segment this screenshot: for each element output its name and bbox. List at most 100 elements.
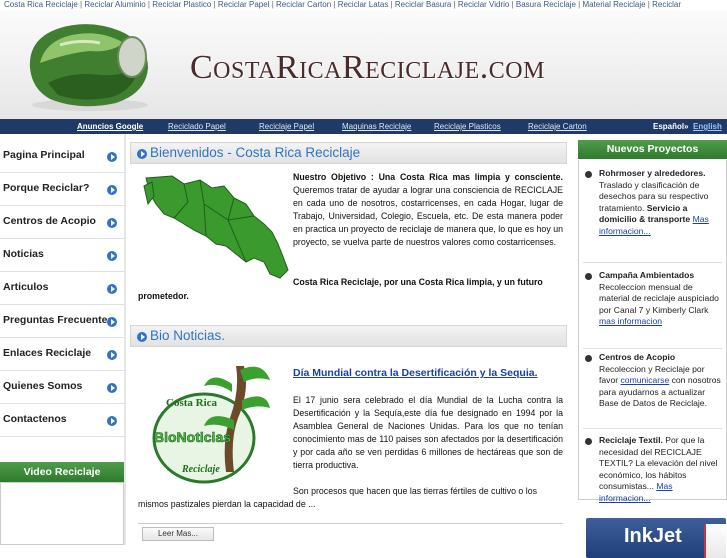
sidebar-item-preguntas-frecuentes[interactable]: Preguntas Frecuentes	[0, 305, 124, 338]
divider	[583, 348, 722, 349]
nav-link-reciclaje-plasticos[interactable]: Reciclaje Plasticos	[434, 119, 501, 134]
top-link[interactable]: Reciclar Latas	[338, 0, 389, 9]
sidebar-item-noticias[interactable]: Noticias	[0, 239, 124, 272]
top-link[interactable]: Reciclar Basura	[395, 0, 451, 9]
top-link[interactable]: Reciclar Plastico	[152, 0, 211, 9]
top-link[interactable]: Reciclar Vidrio	[458, 0, 509, 9]
sidebar-item-label: Preguntas Frecuentes	[3, 314, 114, 326]
project-title: Reciclaje Textil.	[599, 435, 663, 445]
welcome-lead: Nuestro Objetivo : Una Costa Rica mas li…	[293, 172, 563, 182]
sidebar-item-label: Porque Reciclar?	[3, 182, 90, 194]
project-item: Rohrmoser y alrededores. Traslado y clas…	[579, 168, 726, 237]
news-cont-line-2: mismos pastizales pierdan la capacidad d…	[138, 499, 316, 509]
top-link[interactable]: Reciclar	[652, 0, 681, 9]
sidebar-item-articulos[interactable]: Articulos	[0, 272, 124, 305]
welcome-section-header: Bienvenidos - Costa Rica Reciclaje	[130, 142, 567, 164]
project-more-link[interactable]: mas informacion	[599, 316, 662, 326]
logo-text-mid: BioNoticias	[154, 429, 231, 445]
divider	[138, 523, 563, 524]
news-cont-line-1: Son procesos que hacen que las tierras f…	[293, 486, 538, 496]
video-reciclaje-header: Video Reciclaje	[0, 462, 124, 482]
project-title: Centros de Acopio	[599, 352, 676, 362]
lang-separator: »	[684, 122, 689, 131]
sidebar-item-contactenos[interactable]: Contactenos	[0, 404, 124, 437]
arrow-right-icon	[137, 149, 147, 159]
welcome-closing-line-1: Costa Rica Reciclaje, por una Costa Rica…	[293, 277, 543, 287]
top-link[interactable]: Reciclar Carton	[276, 0, 331, 9]
bullet-icon	[585, 355, 592, 362]
nav-link-maquinas-reciclaje[interactable]: Maquinas Reciclaje	[342, 119, 411, 134]
top-navbar: Anuncios Google Reciclado Papel Reciclaj…	[0, 119, 727, 134]
site-title: CostaRicaReciclaje.com	[190, 49, 545, 86]
welcome-closing: Costa Rica Reciclaje, por una Costa Rica…	[138, 276, 563, 303]
project-title: Rohrmoser y alrededores.	[599, 168, 706, 178]
inkjet-ad-banner[interactable]: InkJet	[586, 518, 726, 558]
sidebar-item-label: Contactenos	[3, 413, 67, 425]
bullet-icon	[585, 171, 592, 178]
project-item: Reciclaje Textil. Por que la necesidad d…	[579, 435, 726, 504]
sidebar-item-label: Quienes Somos	[3, 380, 83, 392]
top-link[interactable]: Reciclar Papel	[218, 0, 270, 9]
sidebar-item-pagina-principal[interactable]: Pagina Principal	[0, 140, 124, 173]
sidebar-item-label: Articulos	[3, 281, 49, 293]
welcome-paragraph: Queremos tratar de ayudar a lograr una c…	[293, 185, 563, 247]
sidebar-item-label: Centros de Acopio	[3, 215, 96, 227]
lang-es[interactable]: Español	[653, 119, 684, 134]
sidebar-item-label: Pagina Principal	[3, 149, 85, 161]
project-text: Recoleccion mensual de material de recic…	[599, 281, 719, 315]
project-item: Centros de Acopio Recoleccion y Reciclaj…	[579, 352, 726, 410]
sidebar-item-enlaces-reciclaje[interactable]: Enlaces Reciclaje	[0, 338, 124, 371]
nav-link-reciclado-papel[interactable]: Reciclado Papel	[168, 119, 226, 134]
project-title: Campaña Ambientados	[599, 270, 695, 280]
project-item: Campaña Ambientados Recoleccion mensual …	[579, 270, 726, 328]
sidebar-item-centros-de-acopio[interactable]: Centros de Acopio	[0, 206, 124, 239]
ink-box-icon	[704, 524, 726, 558]
top-link[interactable]: Material Reciclaje	[582, 0, 645, 9]
news-body: El 17 junio sera celebrado el día Mundia…	[293, 395, 563, 470]
welcome-closing-line-2: prometedor.	[138, 290, 189, 301]
lang-en-link[interactable]: English	[693, 119, 722, 134]
costa-rica-map-image	[143, 175, 289, 279]
top-link-bar: Costa Rica Reciclaje | Reciclar Aluminio…	[0, 0, 727, 11]
arrow-right-icon	[107, 185, 117, 195]
right-sidebar: Nuevos Proyectos Rohrmoser y alrededores…	[578, 140, 727, 558]
top-link[interactable]: Basura Reciclaje	[516, 0, 576, 9]
arrow-right-icon	[107, 383, 117, 393]
news-section-header: Bio Noticias.	[130, 325, 567, 347]
arrow-right-icon	[107, 416, 117, 426]
arrow-right-icon	[107, 251, 117, 261]
comunicarse-link[interactable]: comunicarse	[621, 375, 670, 385]
arrow-right-icon	[107, 317, 117, 327]
welcome-body: Nuestro Objetivo : Una Costa Rica mas li…	[293, 171, 563, 249]
projects-list: Rohrmoser y alrededores. Traslado y clas…	[578, 160, 727, 503]
arrow-right-icon	[107, 152, 117, 162]
logo-text-bottom: Reciclaje	[181, 464, 220, 475]
arrow-right-icon	[107, 350, 117, 360]
video-player-box[interactable]	[0, 482, 124, 545]
divider	[583, 428, 722, 429]
sidebar-item-porque-reciclar[interactable]: Porque Reciclar?	[0, 173, 124, 206]
arrow-right-icon	[107, 284, 117, 294]
top-link[interactable]: Costa Rica Reciclaje	[4, 0, 78, 9]
bullet-icon	[585, 273, 592, 280]
divider	[583, 262, 722, 263]
site-header: CostaRicaReciclaje.com	[0, 11, 727, 119]
crushed-can-logo	[29, 24, 148, 111]
arrow-right-icon	[137, 332, 147, 342]
nuevos-proyectos-header: Nuevos Proyectos	[578, 140, 727, 159]
logo-text-top: Costa Rica	[166, 397, 218, 409]
google-ads-label: Anuncios Google	[77, 122, 144, 131]
bionoticias-logo: Costa Rica BioNoticias Reciclaje	[152, 366, 270, 484]
top-link[interactable]: Reciclar Aluminio	[84, 0, 145, 9]
nav-link-reciclaje-carton[interactable]: Reciclaje Carton	[528, 119, 587, 134]
column-divider	[124, 134, 126, 545]
news-heading: Bio Noticias.	[150, 328, 226, 343]
welcome-heading: Bienvenidos - Costa Rica Reciclaje	[150, 145, 361, 160]
news-article-title-link[interactable]: Día Mundial contra la Desertificación y …	[293, 367, 538, 379]
arrow-right-icon	[107, 218, 117, 228]
bullet-icon	[585, 438, 592, 445]
sidebar-item-quienes-somos[interactable]: Quienes Somos	[0, 371, 124, 404]
read-more-button[interactable]: Leer Mas...	[142, 527, 214, 541]
sidebar-item-label: Enlaces Reciclaje	[3, 347, 92, 359]
nav-link-reciclaje-papel[interactable]: Reciclaje Papel	[259, 119, 314, 134]
